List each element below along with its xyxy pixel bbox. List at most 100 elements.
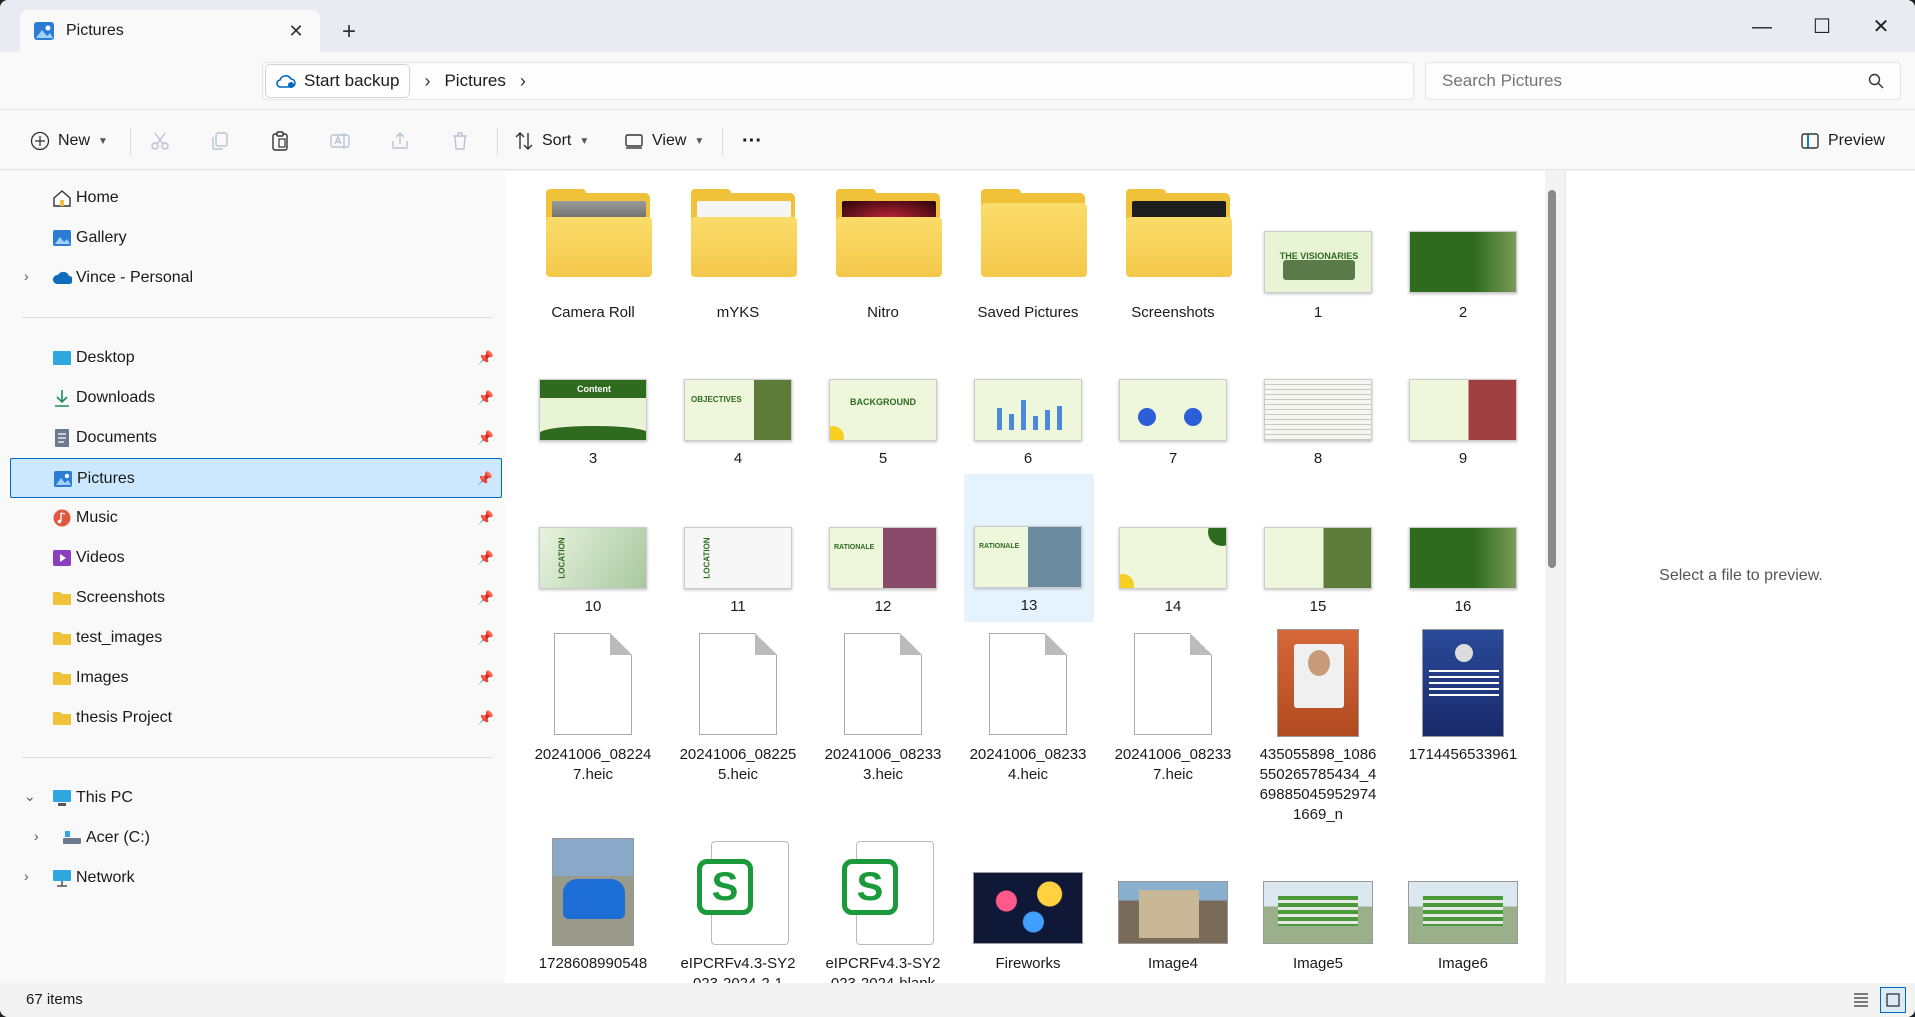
sidebar-item-this-pc[interactable]: ⌄ This PC [10, 778, 502, 818]
divider [497, 128, 498, 156]
pin-icon[interactable]: 📌 [478, 590, 494, 606]
preview-pane-button[interactable]: Preview [1800, 124, 1885, 158]
download-icon [55, 390, 69, 407]
image-1[interactable]: THE VISIONARIES 1 [1259, 185, 1377, 335]
sort-button[interactable]: Sort ▼ [514, 124, 589, 158]
sidebar-item-music[interactable]: Music 📌 [10, 498, 502, 538]
image-13-selected[interactable]: RATIONALE 13 [964, 474, 1094, 622]
sidebar-item-gallery[interactable]: Gallery [10, 218, 502, 258]
sidebar-item-downloads[interactable]: Downloads 📌 [10, 378, 502, 418]
pin-icon[interactable]: 📌 [478, 390, 494, 406]
new-button[interactable]: New ▼ [30, 124, 108, 158]
folder-camera-roll[interactable]: Camera Roll [534, 185, 652, 335]
image-15[interactable]: 15 [1259, 481, 1377, 629]
start-backup-button[interactable]: Start backup [265, 64, 411, 98]
sidebar-item-drive-c[interactable]: › Acer (C:) [10, 818, 502, 858]
minimize-button[interactable]: — [1745, 10, 1779, 44]
sidebar-item-images[interactable]: Images 📌 [10, 658, 502, 698]
item-name: 13 [1020, 597, 1038, 614]
share-button[interactable] [390, 124, 410, 158]
image-5-file[interactable]: Image5 [1259, 836, 1377, 983]
sidebar-item-test-images[interactable]: test_images 📌 [10, 618, 502, 658]
file-heic-3[interactable]: 20241006_082333.heic [824, 629, 942, 829]
image-id-photo[interactable]: 435055898_1086550265785434_4698850459529… [1259, 629, 1377, 829]
new-tab-button[interactable]: + [335, 18, 363, 46]
image-4-file[interactable]: Image4 [1114, 836, 1232, 983]
sidebar-item-pictures[interactable]: Pictures 📌 [10, 458, 502, 498]
slide-title: RATIONALE [834, 544, 875, 551]
search-input[interactable] [1442, 71, 1868, 91]
file-heic-2[interactable]: 20241006_082255.heic [679, 629, 797, 829]
image-10[interactable]: LOCATION 10 [534, 481, 652, 629]
file-eipcrf-1[interactable]: S eIPCRFv4.3-SY2023-2024-2-1 [679, 836, 797, 983]
image-11[interactable]: LOCATION 11 [679, 481, 797, 629]
pin-icon[interactable]: 📌 [478, 510, 494, 526]
sidebar-item-documents[interactable]: Documents 📌 [10, 418, 502, 458]
image-8[interactable]: 8 [1259, 333, 1377, 481]
image-9[interactable]: 9 [1404, 333, 1522, 481]
image-16[interactable]: 16 [1404, 481, 1522, 629]
image-7[interactable]: 7 [1114, 333, 1232, 481]
sidebar-item-label: Screenshots [76, 589, 165, 606]
image-5[interactable]: BACKGROUND 5 [824, 333, 942, 481]
image-fireworks[interactable]: Fireworks [969, 836, 1087, 983]
item-name: 2 [1458, 304, 1468, 321]
sidebar-item-desktop[interactable]: Desktop 📌 [10, 338, 502, 378]
sidebar-item-videos[interactable]: Videos 📌 [10, 538, 502, 578]
vertical-scrollbar[interactable] [1548, 190, 1556, 568]
pin-icon[interactable]: 📌 [478, 350, 494, 366]
large-icons-view-icon[interactable] [1880, 987, 1906, 1013]
sidebar-item-home[interactable]: Home [10, 178, 502, 218]
image-12[interactable]: RATIONALE 12 [824, 481, 942, 629]
chevron-down-icon[interactable]: ⌄ [24, 788, 36, 805]
view-button[interactable]: View ▼ [624, 124, 704, 158]
folder-saved-pictures[interactable]: Saved Pictures [969, 185, 1087, 335]
file-heic-4[interactable]: 20241006_082334.heic [969, 629, 1087, 829]
image-14[interactable]: 14 [1114, 481, 1232, 629]
rename-button[interactable] [330, 124, 350, 158]
pin-icon[interactable]: 📌 [478, 710, 494, 726]
chevron-right-icon[interactable]: › [24, 868, 29, 884]
pin-icon[interactable]: 📌 [478, 550, 494, 566]
chevron-right-icon[interactable]: › [24, 268, 29, 284]
more-options-button[interactable]: ··· [742, 124, 762, 158]
details-view-icon[interactable] [1852, 990, 1870, 1012]
image-3[interactable]: Content 3 [534, 333, 652, 481]
cut-button[interactable] [150, 124, 170, 158]
chevron-right-icon[interactable]: › [34, 828, 39, 844]
sidebar-item-thesis-project[interactable]: thesis Project 📌 [10, 698, 502, 738]
image-6[interactable]: 6 [969, 333, 1087, 481]
image-car[interactable]: 1728608990548 [534, 836, 652, 983]
chevron-right-icon[interactable]: › [520, 71, 526, 92]
image-book-cover[interactable]: 1714456533961 [1404, 629, 1522, 829]
chevron-right-icon[interactable]: › [424, 71, 430, 92]
search-box[interactable] [1425, 62, 1901, 100]
close-window-button[interactable]: ✕ [1864, 10, 1898, 44]
delete-button[interactable] [450, 124, 470, 158]
sidebar-item-screenshots[interactable]: Screenshots 📌 [10, 578, 502, 618]
paste-button[interactable] [270, 124, 290, 158]
drive-icon [63, 831, 81, 844]
address-path-box[interactable]: Start backup › Pictures › [262, 62, 1414, 100]
pin-icon[interactable]: 📌 [478, 430, 494, 446]
image-4[interactable]: OBJECTIVES 4 [679, 333, 797, 481]
tab-pictures[interactable]: Pictures ✕ [20, 10, 320, 52]
image-6-file[interactable]: Image6 [1404, 836, 1522, 983]
maximize-button[interactable]: ☐ [1805, 10, 1839, 44]
close-tab-icon[interactable]: ✕ [286, 21, 306, 42]
folder-icon [53, 672, 71, 685]
folder-screenshots[interactable]: Screenshots [1114, 185, 1232, 335]
file-heic-1[interactable]: 20241006_082247.heic [534, 629, 652, 829]
file-eipcrf-2[interactable]: S eIPCRFv4.3-SY2023-2024-blank [824, 836, 942, 983]
folder-myks[interactable]: mYKS [679, 185, 797, 335]
folder-nitro[interactable]: Nitro [824, 185, 942, 335]
sidebar-item-onedrive[interactable]: › Vince - Personal [10, 258, 502, 298]
pin-icon[interactable]: 📌 [478, 630, 494, 646]
breadcrumb-pictures[interactable]: Pictures [444, 71, 505, 91]
pin-icon[interactable]: 📌 [478, 670, 494, 686]
copy-button[interactable] [210, 124, 230, 158]
sidebar-item-network[interactable]: › Network [10, 858, 502, 898]
pin-icon[interactable]: 📌 [477, 471, 493, 487]
image-2[interactable]: 2 [1404, 185, 1522, 335]
file-heic-5[interactable]: 20241006_082337.heic [1114, 629, 1232, 829]
